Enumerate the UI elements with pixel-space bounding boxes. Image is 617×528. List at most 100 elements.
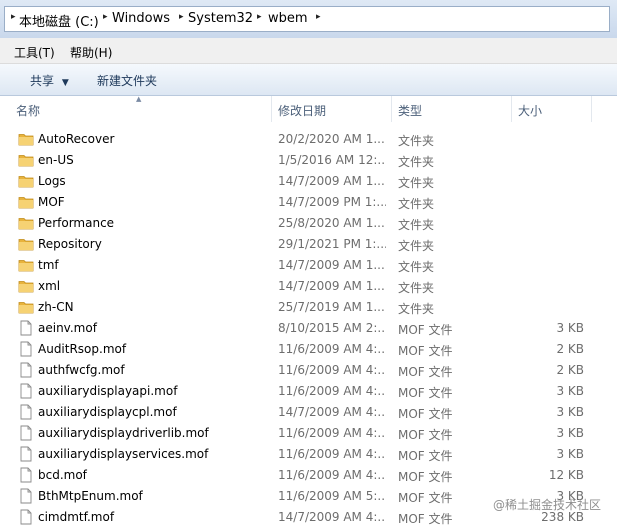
file-date: 14/7/2009 PM 1:... xyxy=(278,195,386,209)
file-icon xyxy=(18,320,34,336)
file-type: 文件夹 xyxy=(398,155,435,169)
file-row[interactable]: tmf 14/7/2009 AM 1... 文件夹 xyxy=(0,255,617,276)
file-name: AutoRecover xyxy=(38,132,115,146)
file-name: auxiliarydisplayapi.mof xyxy=(38,384,178,398)
chevron-right-icon[interactable]: ▸ xyxy=(103,12,108,22)
file-type: MOF 文件 xyxy=(398,428,453,442)
file-name: tmf xyxy=(38,258,59,272)
file-date: 20/2/2020 AM 1... xyxy=(278,132,385,146)
file-size: 3 KB xyxy=(556,405,584,419)
file-icon xyxy=(18,362,34,378)
breadcrumb-item-system32[interactable]: System32 xyxy=(188,11,253,26)
folder-icon xyxy=(18,215,34,231)
column-label-type: 类型 xyxy=(398,104,423,118)
file-date: 29/1/2021 PM 1:... xyxy=(278,237,386,251)
file-name: Logs xyxy=(38,174,66,188)
file-size: 3 KB xyxy=(556,447,584,461)
file-icon xyxy=(18,425,34,441)
file-date: 1/5/2016 AM 12:... xyxy=(278,153,386,167)
file-name: aeinv.mof xyxy=(38,321,97,335)
chevron-right-icon[interactable]: ▸ xyxy=(11,12,16,22)
chevron-right-icon[interactable]: ▸ xyxy=(257,12,262,22)
file-name: auxiliarydisplayservices.mof xyxy=(38,447,209,461)
breadcrumb[interactable]: ▸ 本地磁盘 (C:) ▸ Windows ▸ System32 ▸ wbem … xyxy=(4,6,610,32)
breadcrumb-item-wbem[interactable]: wbem xyxy=(268,11,308,26)
file-date: 25/7/2019 AM 1... xyxy=(278,300,385,314)
file-name: en-US xyxy=(38,153,74,167)
file-type: MOF 文件 xyxy=(398,491,453,505)
file-row[interactable]: Performance 25/8/2020 AM 1... 文件夹 xyxy=(0,213,617,234)
share-button[interactable]: 共享 ▼ xyxy=(30,72,69,89)
file-size: 3 KB xyxy=(556,321,584,335)
file-row[interactable]: Logs 14/7/2009 AM 1... 文件夹 xyxy=(0,171,617,192)
file-date: 14/7/2009 AM 1... xyxy=(278,258,385,272)
file-row[interactable]: AutoRecover 20/2/2020 AM 1... 文件夹 xyxy=(0,129,617,150)
file-date: 14/7/2009 AM 4:... xyxy=(278,405,386,419)
file-row[interactable]: Repository 29/1/2021 PM 1:... 文件夹 xyxy=(0,234,617,255)
file-date: 11/6/2009 AM 5:... xyxy=(278,489,386,503)
folder-icon xyxy=(18,299,34,315)
folder-icon xyxy=(18,257,34,273)
file-size: 3 KB xyxy=(556,384,584,398)
column-header-type[interactable]: 类型 xyxy=(392,96,512,122)
new-folder-button[interactable]: 新建文件夹 xyxy=(97,72,157,89)
column-header: ▲ 名称 修改日期 类型 大小 xyxy=(0,95,617,122)
file-size: 2 KB xyxy=(556,363,584,377)
file-name: authfwcfg.mof xyxy=(38,363,125,377)
file-row[interactable]: aeinv.mof 8/10/2015 AM 2:... MOF 文件 3 KB xyxy=(0,318,617,339)
file-type: MOF 文件 xyxy=(398,365,453,379)
file-name: cimdmtf.mof xyxy=(38,510,115,524)
file-name: BthMtpEnum.mof xyxy=(38,489,143,503)
folder-icon xyxy=(18,278,34,294)
file-name: Repository xyxy=(38,237,102,251)
file-type: MOF 文件 xyxy=(398,323,453,337)
file-date: 8/10/2015 AM 2:... xyxy=(278,321,386,335)
file-icon xyxy=(18,488,34,504)
menu-help[interactable]: 帮助(H) xyxy=(70,44,112,61)
file-row[interactable]: auxiliarydisplayservices.mof 11/6/2009 AM… xyxy=(0,444,617,465)
folder-icon xyxy=(18,131,34,147)
file-row[interactable]: auxiliarydisplayapi.mof 11/6/2009 AM 4:..… xyxy=(0,381,617,402)
column-header-size[interactable]: 大小 xyxy=(512,96,592,122)
folder-icon xyxy=(18,152,34,168)
chevron-right-icon[interactable]: ▸ xyxy=(179,12,184,22)
breadcrumb-item-windows[interactable]: Windows xyxy=(112,11,170,26)
column-header-name[interactable]: ▲ 名称 xyxy=(0,95,272,122)
breadcrumb-item-drive[interactable]: 本地磁盘 (C:) xyxy=(19,11,99,30)
file-icon xyxy=(18,467,34,483)
file-row[interactable]: AuditRsop.mof 11/6/2009 AM 4:... MOF 文件 2 K… xyxy=(0,339,617,360)
file-name: Performance xyxy=(38,216,115,230)
file-type: MOF 文件 xyxy=(398,470,453,484)
file-date: 11/6/2009 AM 4:... xyxy=(278,363,386,377)
sort-ascending-icon: ▲ xyxy=(136,95,142,103)
file-row[interactable]: xml 14/7/2009 AM 1... 文件夹 xyxy=(0,276,617,297)
file-name: AuditRsop.mof xyxy=(38,342,127,356)
file-type: 文件夹 xyxy=(398,302,435,316)
column-label-date: 修改日期 xyxy=(278,104,327,118)
folder-icon xyxy=(18,194,34,210)
file-row[interactable]: zh-CN 25/7/2019 AM 1... 文件夹 xyxy=(0,297,617,318)
watermark: @稀土掘金技术社区 xyxy=(492,498,601,512)
command-bar: 共享 ▼ 新建文件夹 xyxy=(0,64,617,96)
file-date: 14/7/2009 AM 4:... xyxy=(278,510,386,524)
menu-tools[interactable]: 工具(T) xyxy=(14,44,55,61)
file-type: 文件夹 xyxy=(398,176,435,190)
file-row[interactable]: authfwcfg.mof 11/6/2009 AM 4:... MOF 文件 2 K… xyxy=(0,360,617,381)
column-header-date[interactable]: 修改日期 xyxy=(272,96,392,122)
file-name: zh-CN xyxy=(38,300,74,314)
file-row[interactable]: MOF 14/7/2009 PM 1:... 文件夹 xyxy=(0,192,617,213)
file-type: 文件夹 xyxy=(398,260,435,274)
file-date: 14/7/2009 AM 1... xyxy=(278,279,385,293)
file-icon xyxy=(18,446,34,462)
file-row[interactable]: auxiliarydisplaycpl.mof 14/7/2009 AM 4:..… xyxy=(0,402,617,423)
file-row[interactable]: auxiliarydisplaydriverlib.mof 11/6/2009 A… xyxy=(0,423,617,444)
file-name: bcd.mof xyxy=(38,468,87,482)
chevron-right-icon[interactable]: ▸ xyxy=(316,12,321,22)
file-type: 文件夹 xyxy=(398,239,435,253)
file-type: MOF 文件 xyxy=(398,344,453,358)
file-size: 12 KB xyxy=(548,468,584,482)
file-row[interactable]: en-US 1/5/2016 AM 12:... 文件夹 xyxy=(0,150,617,171)
file-size: 2 KB xyxy=(556,342,584,356)
file-icon xyxy=(18,341,34,357)
file-row[interactable]: bcd.mof 11/6/2009 AM 4:... MOF 文件 12 KB xyxy=(0,465,617,486)
